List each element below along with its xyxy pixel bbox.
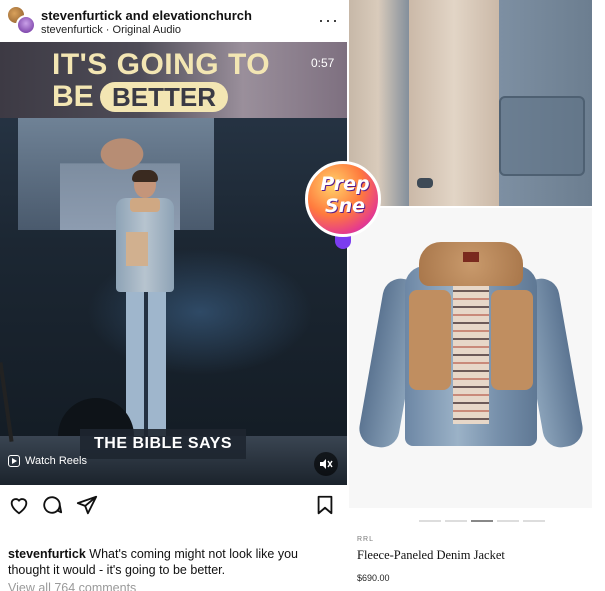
more-icon[interactable]: ··· [318, 10, 339, 31]
video-caption-bar: THE BIBLE SAYS [80, 429, 246, 459]
carousel-dot[interactable] [523, 520, 545, 522]
headline-line-2: BE [52, 80, 94, 113]
carousel-dot[interactable] [419, 520, 441, 522]
jacket-collar [419, 242, 523, 286]
jacket-label [463, 252, 479, 262]
product-price: $690.00 [357, 573, 390, 583]
headline-pill: BETTER [100, 82, 228, 112]
mute-icon[interactable] [314, 452, 338, 476]
jacket-closeup-image [349, 0, 592, 206]
jacket-fleece-panel-left [409, 290, 451, 390]
carousel-dot[interactable] [445, 520, 467, 522]
instagram-post: stevenfurtick and elevationchurch steven… [0, 0, 347, 591]
carousel-dot-active[interactable] [471, 520, 493, 522]
carousel-indicator[interactable] [419, 520, 545, 522]
post-author[interactable]: stevenfurtick and elevationchurch [41, 8, 252, 23]
headline-banner: IT'S GOING TO BE BETTER 0:57 [0, 42, 347, 118]
speaker-hair [132, 170, 158, 182]
product-brand: RRL [357, 536, 375, 543]
caption-username[interactable]: stevenfurtick [8, 547, 86, 561]
share-icon[interactable] [76, 494, 98, 516]
badge-line-1: Prep [320, 173, 370, 195]
watch-reels-button[interactable]: Watch Reels [8, 455, 87, 467]
watch-reels-label: Watch Reels [25, 455, 87, 467]
speaker-jacket-patch [126, 232, 148, 266]
view-comments-link[interactable]: View all 764 comments [8, 581, 136, 591]
headline-line-1: IT'S GOING TO [52, 48, 271, 81]
heart-icon[interactable] [8, 494, 30, 516]
post-audio[interactable]: stevenfurtick · Original Audio [41, 24, 181, 36]
badge-line-2: Sne [324, 195, 366, 217]
jacket-lining [453, 284, 489, 424]
prep-sneaker-badge: Prep Sne [305, 161, 381, 249]
product-name[interactable]: Fleece-Paneled Denim Jacket [357, 548, 505, 563]
reels-icon [8, 455, 20, 467]
post-header: stevenfurtick and elevationchurch steven… [0, 0, 347, 42]
comment-icon[interactable] [41, 494, 63, 516]
speaker-collar [130, 198, 160, 212]
post-actions [0, 485, 347, 525]
jacket-fleece-panel-right [491, 290, 533, 390]
product-image[interactable] [349, 208, 592, 508]
bookmark-icon[interactable] [314, 494, 336, 516]
avatar-secondary [16, 15, 36, 35]
carousel-dot[interactable] [497, 520, 519, 522]
video-timer: 0:57 [311, 56, 335, 70]
closeup-pocket [499, 96, 585, 176]
product-card[interactable]: RRL Fleece-Paneled Denim Jacket $690.00 [349, 208, 592, 591]
post-caption: stevenfurtick What's coming might not lo… [8, 546, 338, 578]
closeup-button [417, 178, 433, 188]
badge-logo-text: Prep Sne [315, 173, 375, 217]
closeup-shearling [409, 0, 499, 206]
reel-video[interactable]: IT'S GOING TO BE BETTER 0:57 THE BIBLE S… [0, 42, 347, 485]
avatar[interactable] [6, 5, 36, 35]
